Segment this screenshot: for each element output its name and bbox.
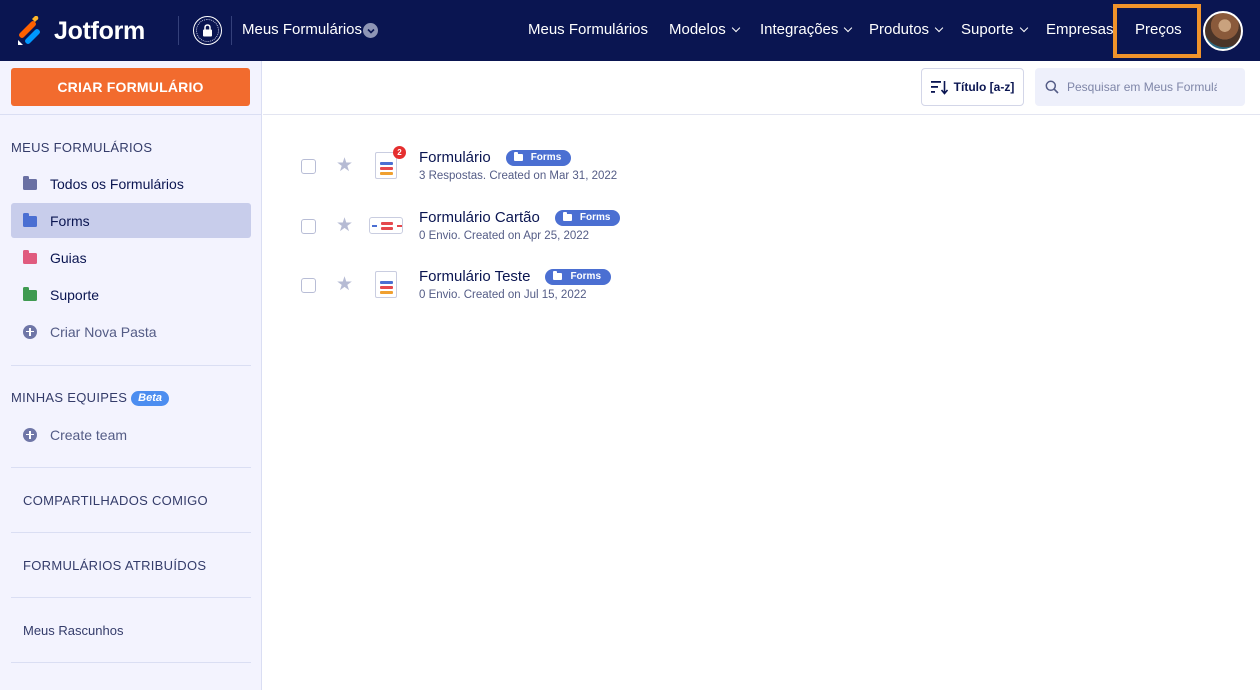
my-forms-heading: MEUS FORMULÁRIOS	[11, 140, 153, 155]
top-navigation-bar: Jotform Meus Formulários Meus Formulário…	[0, 0, 1260, 61]
chevron-down-icon	[731, 23, 740, 33]
chevron-down-icon	[1019, 23, 1028, 33]
folder-icon	[513, 152, 523, 161]
nav-integracoes[interactable]: Integrações	[760, 21, 853, 38]
create-folder-button[interactable]: Criar Nova Pasta	[11, 314, 251, 349]
nav-suporte[interactable]: Suporte	[961, 21, 1028, 38]
chevron-down-icon	[844, 23, 853, 33]
form-meta: 0 Envio. Created on Apr 25, 2022	[419, 230, 590, 242]
search-input[interactable]	[1067, 80, 1217, 94]
enterprise-lock-badge[interactable]	[193, 16, 222, 45]
nav-meus-formularios[interactable]: Meus Formulários	[528, 21, 648, 38]
form-list-item[interactable]: ★ Formulário Teste Forms 0 Envio. Create…	[263, 263, 1260, 323]
form-icon	[375, 271, 397, 298]
sidebar-item-suporte[interactable]: Suporte	[11, 277, 251, 312]
folder-icon	[23, 287, 37, 301]
create-form-button[interactable]: CRIAR FORMULÁRIO	[11, 68, 250, 106]
sort-button[interactable]: Título [a-z]	[921, 68, 1024, 106]
form-title[interactable]: Formulário Cartão	[419, 209, 540, 226]
sidebar-item-shared-with-me[interactable]: COMPARTILHADOS COMIGO	[23, 493, 208, 508]
my-teams-heading: MINHAS EQUIPES Beta	[11, 390, 170, 406]
sidebar-item-forms[interactable]: Forms	[11, 203, 251, 238]
form-list-item[interactable]: ★ Formulário Cartão Forms 0 Envio. Creat…	[263, 204, 1260, 264]
form-select-checkbox[interactable]	[301, 219, 316, 234]
brand-name: Jotform	[54, 16, 145, 45]
chevron-down-icon	[934, 23, 944, 33]
form-meta: 3 Respostas. Created on Mar 31, 2022	[419, 170, 618, 182]
new-submissions-badge: 2	[393, 146, 406, 159]
nav-divider	[231, 16, 232, 45]
nav-modelos[interactable]: Modelos	[669, 21, 740, 38]
nav-produtos[interactable]: Produtos	[869, 21, 944, 38]
chevron-down-icon[interactable]	[363, 23, 378, 38]
sidebar-divider	[11, 467, 251, 468]
plus-circle-icon	[23, 427, 37, 442]
sidebar-divider	[11, 597, 251, 598]
search-icon	[1045, 80, 1059, 94]
nav-empresas[interactable]: Empresas	[1046, 21, 1114, 38]
nav-precos[interactable]: Preços	[1135, 21, 1182, 38]
beta-badge: Beta	[131, 391, 170, 406]
sort-icon	[930, 80, 948, 95]
lock-icon	[203, 24, 212, 37]
jotform-logo-icon	[16, 15, 42, 46]
folder-tag[interactable]: Forms	[505, 149, 572, 166]
sidebar: CRIAR FORMULÁRIO MEUS FORMULÁRIOS Todos …	[0, 61, 262, 690]
folder-icon	[562, 212, 572, 221]
folder-icon	[23, 176, 37, 190]
sidebar-item-drafts[interactable]: Meus Rascunhos	[23, 623, 123, 638]
sidebar-item-all-forms[interactable]: Todos os Formulários	[11, 166, 251, 201]
sidebar-item-guias[interactable]: Guias	[11, 240, 251, 275]
folder-icon	[23, 250, 37, 264]
sidebar-divider	[11, 662, 251, 663]
form-meta: 0 Envio. Created on Jul 15, 2022	[419, 289, 587, 301]
folder-tag[interactable]: Forms	[545, 268, 611, 285]
star-icon[interactable]: ★	[336, 156, 353, 175]
jotform-logo[interactable]: Jotform	[16, 15, 145, 47]
form-select-checkbox[interactable]	[301, 278, 316, 293]
card-form-icon	[369, 217, 403, 234]
folder-icon	[553, 271, 563, 280]
star-icon[interactable]: ★	[336, 275, 353, 294]
plus-circle-icon	[23, 324, 37, 339]
folder-tag[interactable]: Forms	[554, 209, 621, 226]
sidebar-divider	[11, 365, 251, 366]
folder-icon	[23, 213, 37, 227]
star-icon[interactable]: ★	[336, 216, 353, 235]
sidebar-item-assigned-forms[interactable]: FORMULÁRIOS ATRIBUÍDOS	[23, 558, 206, 573]
avatar[interactable]	[1203, 11, 1243, 51]
create-team-button[interactable]: Create team	[11, 417, 251, 452]
nav-divider	[178, 16, 179, 45]
form-title[interactable]: Formulário Teste	[419, 268, 530, 285]
workspace-title[interactable]: Meus Formulários	[242, 21, 362, 38]
form-select-checkbox[interactable]	[301, 159, 316, 174]
form-title[interactable]: Formulário	[419, 149, 491, 166]
sidebar-divider	[0, 114, 262, 115]
sidebar-divider	[11, 532, 251, 533]
search-box[interactable]	[1035, 68, 1245, 106]
form-list-item[interactable]: ★ 2 Formulário Forms 3 Respostas. Create…	[263, 144, 1260, 204]
